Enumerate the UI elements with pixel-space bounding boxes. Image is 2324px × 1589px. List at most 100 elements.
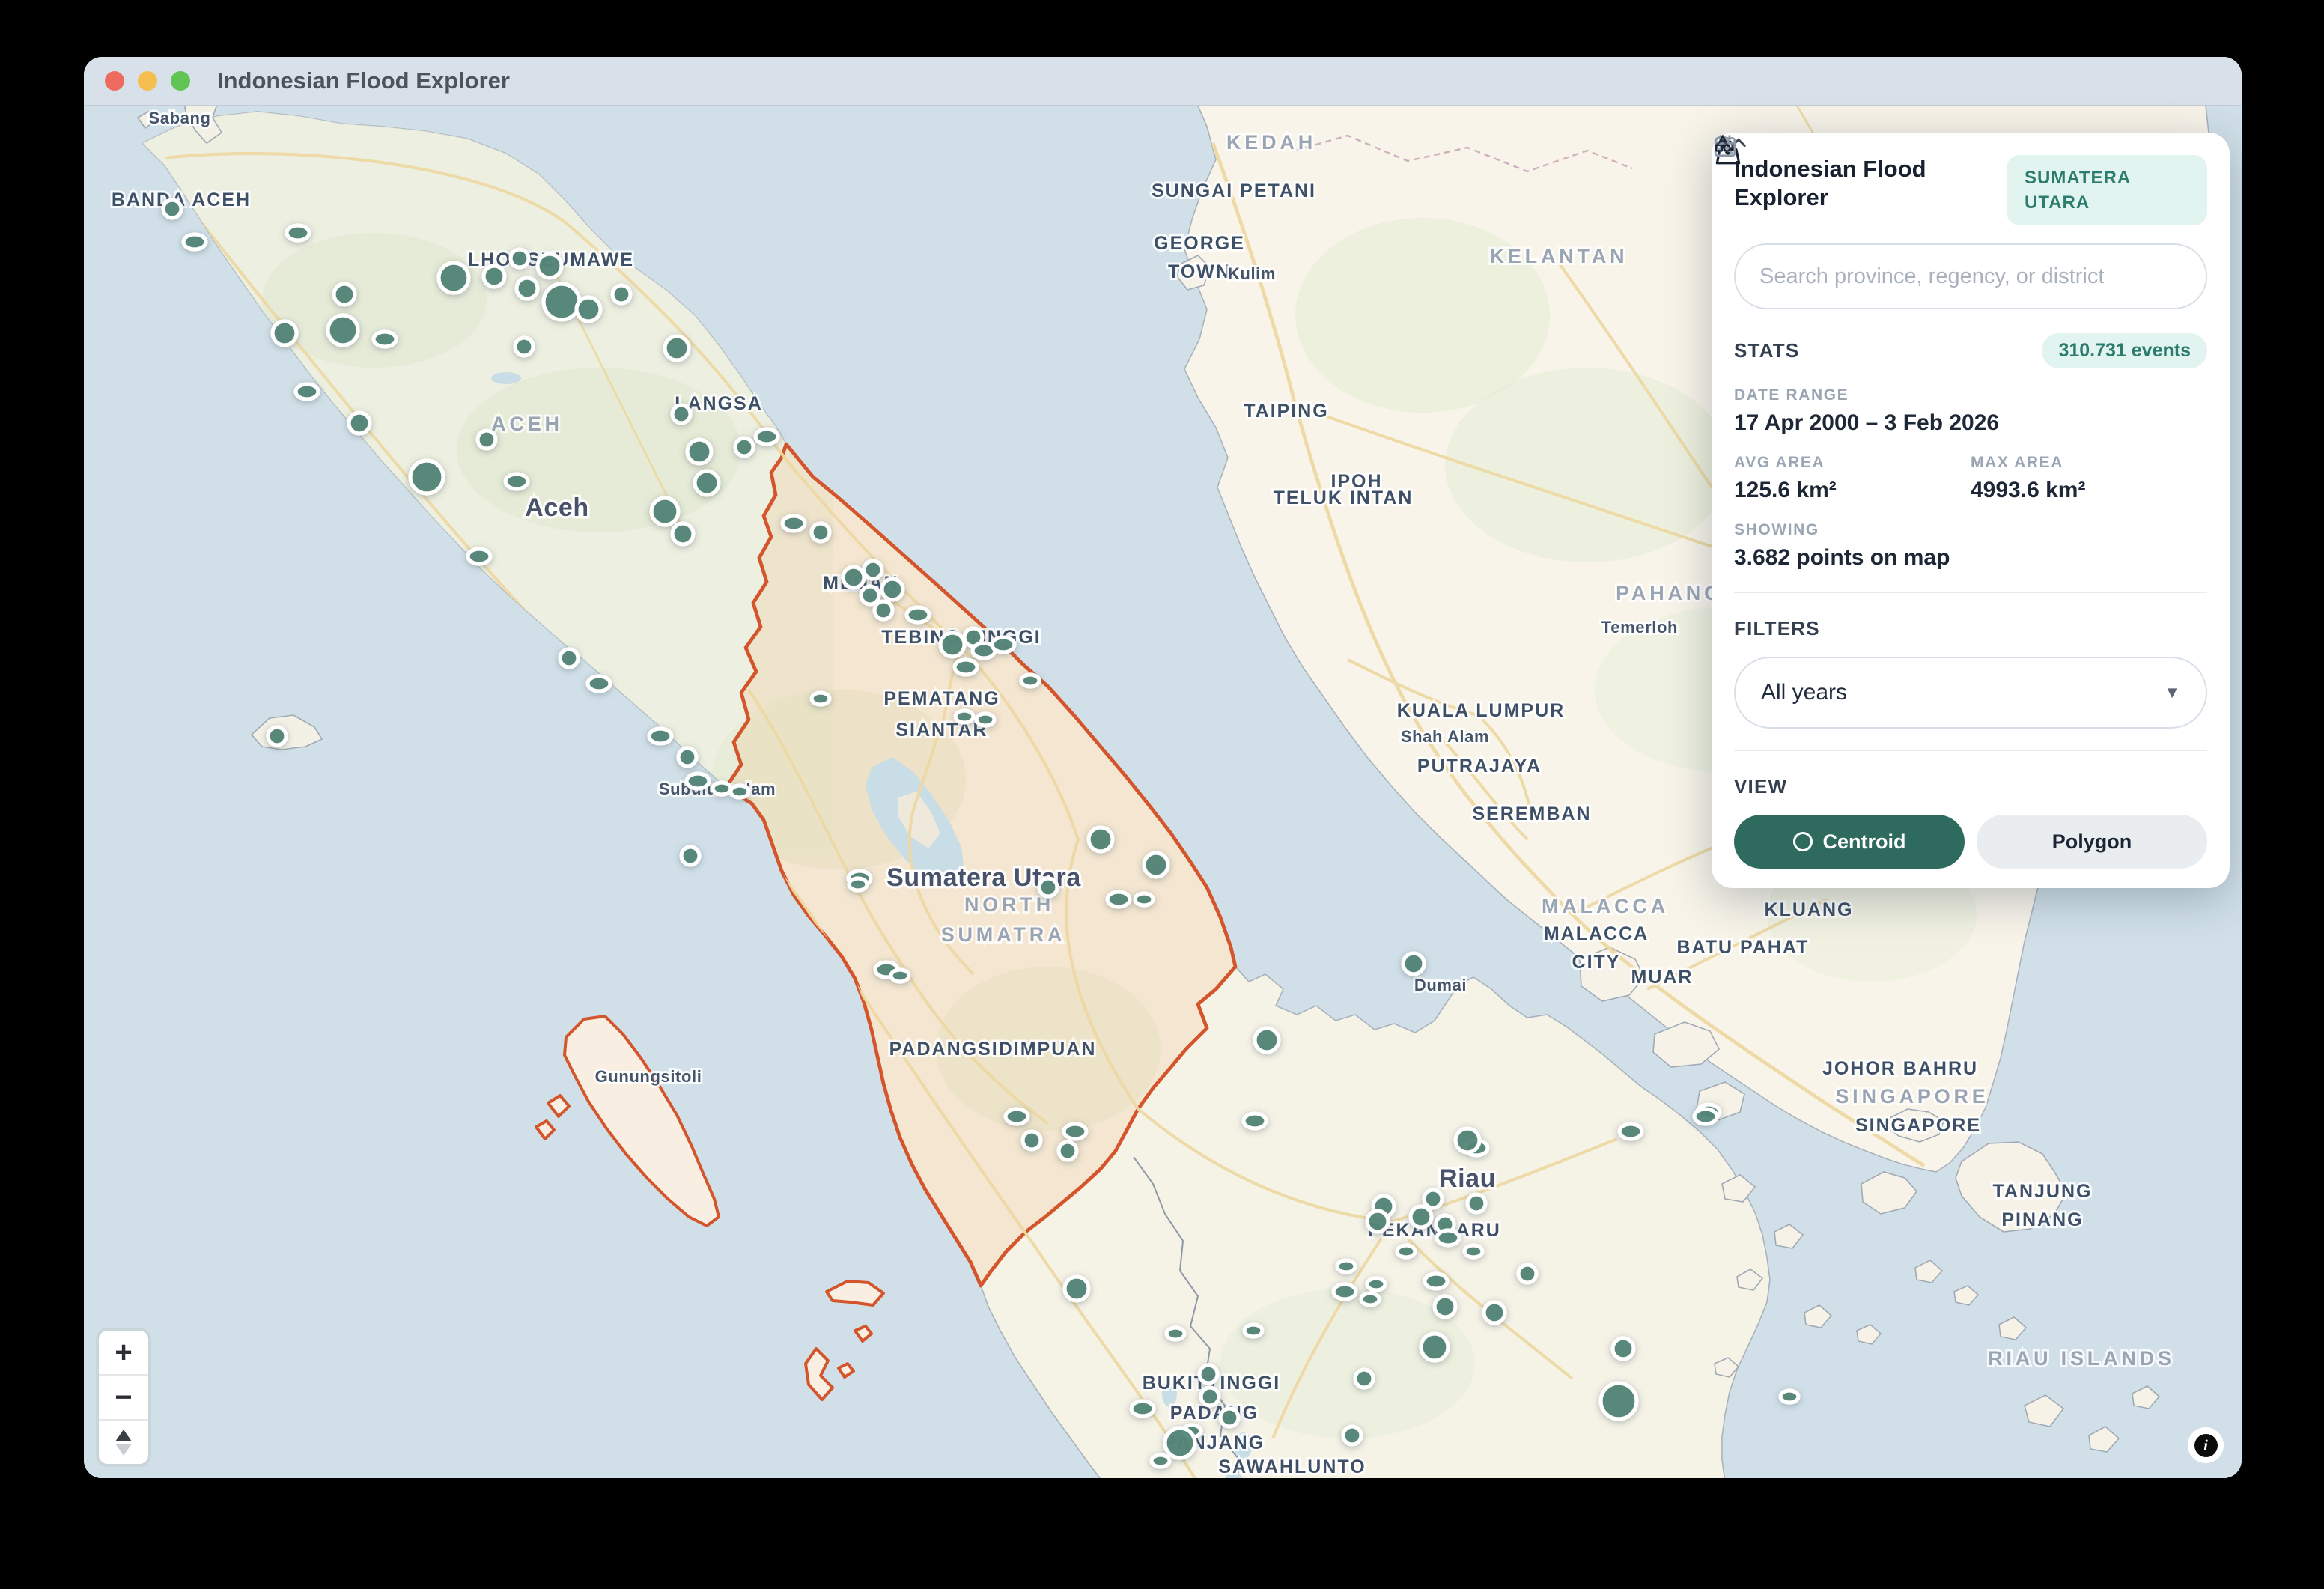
flood-point-marker[interactable] [1064, 1124, 1086, 1139]
flood-point-marker[interactable] [1244, 1113, 1266, 1128]
flood-point-marker[interactable] [1144, 853, 1168, 877]
flood-point-marker[interactable] [812, 693, 830, 705]
flood-point-marker[interactable] [1367, 1211, 1388, 1232]
flood-point-marker[interactable] [439, 263, 469, 293]
flood-point-marker[interactable] [1355, 1370, 1373, 1388]
flood-point-marker[interactable] [1135, 893, 1153, 905]
flood-point-marker[interactable] [287, 225, 309, 240]
flood-point-marker[interactable] [1201, 1388, 1219, 1406]
compass-tilt-control[interactable] [99, 1419, 148, 1464]
flood-point-marker[interactable] [1333, 1284, 1356, 1299]
flood-point-marker[interactable] [1435, 1296, 1455, 1317]
flood-point-marker[interactable] [588, 676, 610, 691]
flood-point-marker[interactable] [849, 878, 867, 890]
flood-point-marker[interactable] [1518, 1265, 1536, 1283]
flood-point-marker[interactable] [687, 440, 711, 464]
year-filter-select[interactable]: All years ▼ [1734, 657, 2207, 729]
flood-point-marker[interactable] [874, 601, 892, 619]
zoom-out-button[interactable]: − [99, 1374, 148, 1419]
flood-point-marker[interactable] [882, 579, 903, 600]
flood-point-marker[interactable] [1039, 878, 1057, 896]
flood-point-marker[interactable] [864, 561, 882, 579]
flood-point-marker[interactable] [907, 607, 929, 622]
flood-point-marker[interactable] [1152, 1455, 1169, 1467]
flood-point-marker[interactable] [328, 315, 358, 345]
map-canvas[interactable]: SabangBANDA ACEHLHOKSEUMAWELANGSAACEHAce… [84, 106, 2242, 1478]
flood-point-marker[interactable] [560, 649, 578, 667]
centroid-view-button[interactable]: Centroid [1734, 815, 1965, 869]
flood-point-marker[interactable] [349, 413, 370, 434]
flood-point-marker[interactable] [782, 516, 805, 531]
flood-point-marker[interactable] [1343, 1427, 1361, 1444]
flood-point-marker[interactable] [374, 332, 396, 347]
flood-point-marker[interactable] [1166, 1328, 1184, 1340]
flood-point-marker[interactable] [1694, 1109, 1717, 1124]
flood-point-marker[interactable] [577, 297, 600, 321]
flood-point-marker[interactable] [678, 748, 696, 766]
flood-point-marker[interactable] [515, 338, 533, 356]
flood-point-marker[interactable] [612, 285, 630, 303]
polygon-view-button[interactable]: Polygon [1977, 815, 2207, 869]
flood-point-marker[interactable] [163, 200, 181, 218]
flood-point-marker[interactable] [713, 783, 731, 794]
flood-point-marker[interactable] [1613, 1338, 1634, 1359]
flood-point-marker[interactable] [1089, 827, 1113, 851]
flood-point-marker[interactable] [1397, 1245, 1415, 1257]
flood-point-marker[interactable] [1403, 953, 1424, 974]
flood-point-marker[interactable] [1780, 1391, 1798, 1403]
zoom-in-button[interactable]: + [99, 1331, 148, 1374]
flood-point-marker[interactable] [992, 637, 1015, 652]
flood-point-marker[interactable] [1424, 1190, 1442, 1208]
flood-point-marker[interactable] [672, 405, 690, 423]
flood-point-marker[interactable] [1131, 1401, 1154, 1416]
flood-point-marker[interactable] [1455, 1128, 1479, 1152]
search-input[interactable] [1758, 264, 2183, 290]
flood-point-marker[interactable] [1255, 1028, 1279, 1052]
flood-point-marker[interactable] [1425, 1274, 1447, 1289]
flood-point-marker[interactable] [505, 474, 528, 489]
flood-point-marker[interactable] [955, 660, 977, 675]
flood-point-marker[interactable] [735, 438, 753, 456]
flood-point-marker[interactable] [334, 284, 355, 305]
flood-point-marker[interactable] [1220, 1409, 1238, 1427]
flood-point-marker[interactable] [665, 336, 689, 360]
flood-point-marker[interactable] [695, 471, 719, 495]
minimize-window-button[interactable] [138, 71, 157, 91]
flood-point-marker[interactable] [755, 429, 778, 444]
flood-point-marker[interactable] [410, 461, 443, 493]
flood-point-marker[interactable] [891, 970, 909, 982]
flood-point-marker[interactable] [511, 249, 529, 267]
maximize-window-button[interactable] [171, 71, 190, 91]
flood-point-marker[interactable] [1411, 1206, 1432, 1227]
flood-point-marker[interactable] [687, 774, 709, 789]
flood-point-marker[interactable] [183, 234, 206, 249]
flood-point-marker[interactable] [1337, 1260, 1355, 1272]
flood-point-marker[interactable] [1467, 1194, 1485, 1212]
flood-point-marker[interactable] [843, 567, 864, 588]
attribution-info-button[interactable]: i [2188, 1427, 2224, 1463]
flood-point-marker[interactable] [861, 586, 879, 604]
flood-point-marker[interactable] [681, 847, 699, 865]
search-box[interactable] [1734, 243, 2207, 309]
flood-point-marker[interactable] [976, 714, 994, 726]
flood-point-marker[interactable] [1165, 1428, 1195, 1458]
flood-point-marker[interactable] [1361, 1293, 1379, 1305]
flood-point-marker[interactable] [1437, 1230, 1459, 1245]
flood-point-marker[interactable] [1065, 1277, 1089, 1301]
flood-point-marker[interactable] [672, 523, 693, 544]
flood-point-marker[interactable] [268, 727, 286, 745]
flood-point-marker[interactable] [1006, 1109, 1028, 1124]
flood-point-marker[interactable] [1619, 1124, 1642, 1139]
flood-point-marker[interactable] [651, 498, 678, 525]
flood-point-marker[interactable] [649, 729, 672, 744]
flood-point-marker[interactable] [478, 431, 496, 449]
flood-point-marker[interactable] [273, 321, 296, 345]
flood-point-marker[interactable] [484, 266, 505, 287]
flood-point-marker[interactable] [1601, 1383, 1637, 1419]
flood-point-marker[interactable] [1059, 1142, 1077, 1160]
close-window-button[interactable] [105, 71, 124, 91]
flood-point-marker[interactable] [1421, 1334, 1448, 1361]
flood-point-marker[interactable] [955, 711, 973, 723]
flood-point-marker[interactable] [1244, 1325, 1262, 1337]
flood-point-marker[interactable] [1199, 1365, 1217, 1383]
